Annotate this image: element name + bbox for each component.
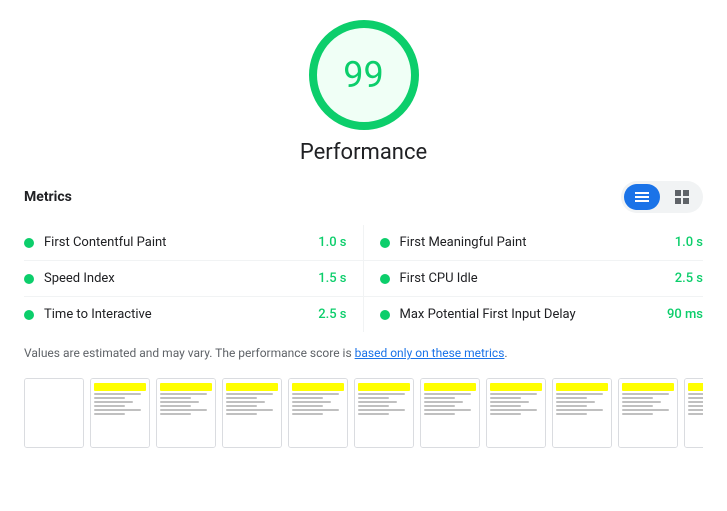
metric-dot xyxy=(24,274,34,284)
metrics-left-column: First Contentful Paint 1.0 s Speed Index… xyxy=(24,225,364,332)
filmstrip-frame xyxy=(354,378,414,448)
score-section: 99 Performance xyxy=(24,20,703,165)
metric-row: First Contentful Paint 1.0 s xyxy=(24,225,363,261)
grid-view-button[interactable] xyxy=(664,184,700,210)
filmstrip-frame xyxy=(222,378,282,448)
filmstrip-frame xyxy=(288,378,348,448)
score-label: Performance xyxy=(300,140,427,165)
metric-row: Speed Index 1.5 s xyxy=(24,261,363,297)
metric-name: Max Potential First Input Delay xyxy=(400,307,659,322)
metric-dot xyxy=(380,310,390,320)
metrics-title: Metrics xyxy=(24,189,72,205)
filmstrip-frame xyxy=(90,378,150,448)
filmstrip-frame xyxy=(552,378,612,448)
metric-dot xyxy=(380,238,390,248)
metrics-grid: First Contentful Paint 1.0 s Speed Index… xyxy=(24,225,703,332)
filmstrip-frame xyxy=(486,378,546,448)
list-view-button[interactable] xyxy=(624,184,660,210)
metric-name: Speed Index xyxy=(44,271,310,286)
filmstrip-frame xyxy=(420,378,480,448)
metric-value: 1.0 s xyxy=(675,235,703,250)
metric-name: First Contentful Paint xyxy=(44,235,310,250)
metric-name: First Meaningful Paint xyxy=(400,235,667,250)
metric-value: 1.0 s xyxy=(318,235,346,250)
filmstrip-frame xyxy=(156,378,216,448)
metric-value: 1.5 s xyxy=(318,271,346,286)
metric-row: First Meaningful Paint 1.0 s xyxy=(364,225,704,261)
metric-dot xyxy=(24,310,34,320)
filmstrip xyxy=(24,378,703,452)
metric-dot xyxy=(24,238,34,248)
filmstrip-frame xyxy=(618,378,678,448)
metric-dot xyxy=(380,274,390,284)
metrics-section: Metrics xyxy=(24,181,703,362)
metric-name: First CPU Idle xyxy=(400,271,667,286)
metrics-right-column: First Meaningful Paint 1.0 s First CPU I… xyxy=(364,225,704,332)
metric-row: Time to Interactive 2.5 s xyxy=(24,297,363,332)
metric-name: Time to Interactive xyxy=(44,307,310,322)
metrics-note-link[interactable]: based only on these metrics xyxy=(355,346,505,360)
metric-value: 90 ms xyxy=(667,307,703,322)
metric-value: 2.5 s xyxy=(675,271,703,286)
metric-row: First CPU Idle 2.5 s xyxy=(364,261,704,297)
metric-value: 2.5 s xyxy=(318,307,346,322)
filmstrip-frame xyxy=(684,378,703,448)
filmstrip-frame xyxy=(24,378,84,448)
view-toggle xyxy=(621,181,703,213)
score-circle: 99 xyxy=(309,20,419,130)
metrics-note: Values are estimated and may vary. The p… xyxy=(24,344,703,362)
score-number: 99 xyxy=(343,54,383,96)
metrics-header: Metrics xyxy=(24,181,703,213)
metric-row: Max Potential First Input Delay 90 ms xyxy=(364,297,704,332)
